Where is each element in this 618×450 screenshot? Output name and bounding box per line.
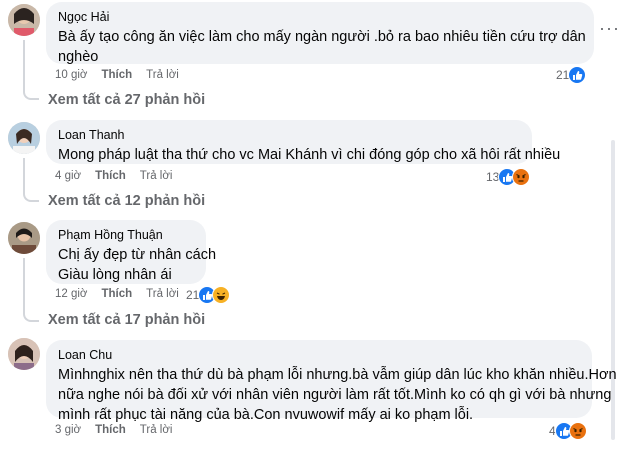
like-button[interactable]: Thích xyxy=(101,69,132,81)
comment-text: Bà ấy tạo công ăn việc làm cho mấy ngàn … xyxy=(58,27,586,67)
avatar[interactable] xyxy=(8,4,40,36)
like-button[interactable]: Thích xyxy=(95,424,126,436)
thread-line xyxy=(23,258,25,312)
angry-icon xyxy=(568,422,587,440)
reply-button[interactable]: Trả lời xyxy=(140,424,173,436)
comment-bubble: Loan Thanh Mong pháp luật tha thứ cho vc… xyxy=(46,120,561,165)
comment-time[interactable]: 4 giờ xyxy=(55,170,81,182)
reaction-count: 21 xyxy=(186,288,200,302)
comment-line: Giàu lòng nhân ái xyxy=(58,267,172,283)
comment-line: Chị ấy đẹp từ nhân cách xyxy=(58,247,217,263)
comment-text: Mong pháp luật tha thứ cho vc Mai Khánh … xyxy=(58,145,561,165)
reaction-count: 13 xyxy=(486,170,500,184)
comment-text: Mìnhnghix nên tha thứ dù bà phạm lỗi như… xyxy=(58,365,617,425)
view-replies-link[interactable]: Xem tất cả 27 phản hồi xyxy=(48,92,205,108)
haha-icon xyxy=(212,286,231,304)
comment-actions: 10 giờ Thích Trả lời xyxy=(55,69,193,81)
comment-line: mình rất phục tài năng của bà.Con nvuwow… xyxy=(58,407,474,423)
comment-author[interactable]: Ngọc Hải xyxy=(58,9,582,25)
like-icon xyxy=(568,66,587,84)
avatar-image xyxy=(8,222,40,254)
thread-elbow xyxy=(23,190,39,202)
like-button[interactable]: Thích xyxy=(95,170,126,182)
comment-line: Mìnhnghix nên tha thứ dù bà phạm lỗi như… xyxy=(58,367,617,383)
angry-icon xyxy=(512,168,531,186)
reaction-summary[interactable]: 21 xyxy=(556,66,587,84)
comment-author[interactable]: Loan Thanh xyxy=(58,127,520,143)
comment-line: nữa nghe nói bà đối xử với nhân viên ngư… xyxy=(58,387,612,403)
comment-time[interactable]: 10 giờ xyxy=(55,69,87,81)
reply-button[interactable]: Trả lời xyxy=(140,170,173,182)
reply-button[interactable]: Trả lời xyxy=(146,69,179,81)
reaction-summary[interactable]: 4 xyxy=(549,422,587,440)
avatar[interactable] xyxy=(8,122,40,154)
like-button[interactable]: Thích xyxy=(101,288,132,300)
thread-line xyxy=(23,40,25,90)
avatar-image xyxy=(8,4,40,36)
thread-line xyxy=(23,158,25,192)
comment-line: Mong pháp luật tha thứ cho vc Mai Khánh … xyxy=(58,147,561,163)
comment-actions: 3 giờ Thích Trả lời xyxy=(55,424,186,436)
reply-button[interactable]: Trả lời xyxy=(146,288,179,300)
comment-author[interactable]: Phạm Hồng Thuận xyxy=(58,227,194,243)
avatar-image xyxy=(8,122,40,154)
comment-bubble: Ngọc Hải Bà ấy tạo công ăn việc làm cho … xyxy=(46,2,594,67)
thread-elbow xyxy=(23,310,39,322)
comment-text: Chị ấy đẹp từ nhân cách Giàu lòng nhân á… xyxy=(58,245,217,285)
avatar-image xyxy=(8,338,40,370)
view-replies-link[interactable]: Xem tất cả 12 phản hồi xyxy=(48,193,205,209)
comment-bubble: Phạm Hồng Thuận Chị ấy đẹp từ nhân cách … xyxy=(46,220,217,285)
avatar[interactable] xyxy=(8,222,40,254)
scrollbar-thumb[interactable] xyxy=(611,140,615,440)
comment-actions: 12 giờ Thích Trả lời xyxy=(55,288,193,300)
comment-actions: 4 giờ Thích Trả lời xyxy=(55,170,186,182)
more-options-icon[interactable]: ··· xyxy=(599,18,618,39)
comment-author[interactable]: Loan Chu xyxy=(58,347,580,363)
reaction-summary[interactable]: 13 xyxy=(486,168,531,186)
view-replies-link[interactable]: Xem tất cả 17 phản hồi xyxy=(48,312,205,328)
comment-line: nghèo xyxy=(58,49,99,65)
avatar[interactable] xyxy=(8,338,40,370)
thread-elbow xyxy=(23,88,39,100)
comment-time[interactable]: 12 giờ xyxy=(55,288,87,300)
comment-time[interactable]: 3 giờ xyxy=(55,424,81,436)
reaction-summary[interactable]: 21 xyxy=(186,286,231,304)
comment-line: Bà ấy tạo công ăn việc làm cho mấy ngàn … xyxy=(58,29,586,45)
comment-bubble: Loan Chu Mìnhnghix nên tha thứ dù bà phạ… xyxy=(46,340,617,423)
reaction-count: 21 xyxy=(556,68,570,82)
